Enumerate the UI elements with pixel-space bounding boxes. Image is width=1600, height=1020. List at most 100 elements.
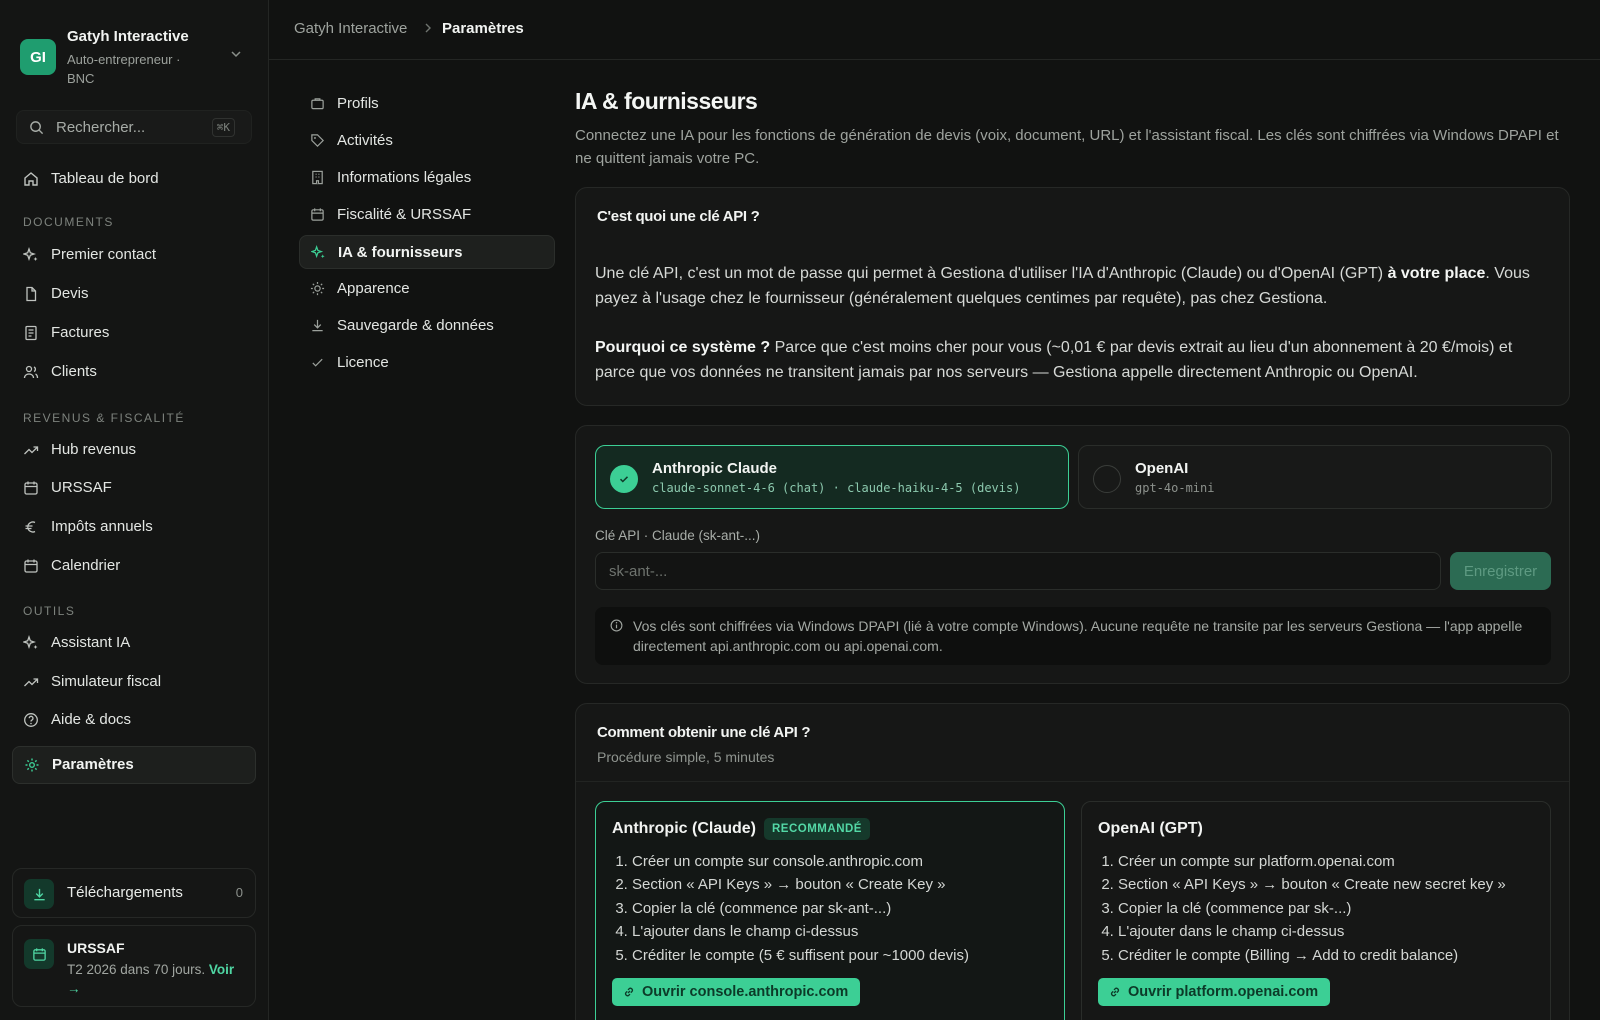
settings-nav-fiscalite-urssaf[interactable]: Fiscalité & URSSAF bbox=[299, 198, 555, 232]
sidebar-item-simulateur-fiscal[interactable]: Simulateur fiscal bbox=[12, 664, 256, 700]
search-placeholder: Rechercher... bbox=[56, 119, 146, 136]
sidebar-item-label: Calendrier bbox=[51, 557, 121, 574]
open-anthropic-console-button[interactable]: Ouvrir console.anthropic.com bbox=[612, 978, 861, 1006]
sparkle-icon bbox=[311, 245, 326, 260]
sparkle-icon bbox=[23, 635, 39, 651]
link-icon bbox=[1109, 986, 1121, 998]
page-lead: Connectez une IA pour les fonctions de g… bbox=[575, 127, 1559, 167]
download-icon bbox=[310, 318, 325, 333]
urssaf-reminder-body: T2 2026 dans 70 jours. bbox=[67, 962, 206, 977]
provider-name: OpenAI bbox=[1135, 460, 1189, 477]
trend-up-icon bbox=[23, 442, 39, 458]
radio-unchecked bbox=[1093, 465, 1121, 493]
settings-nav-licence[interactable]: Licence bbox=[299, 346, 555, 380]
briefcase-icon bbox=[310, 96, 325, 111]
howto-provider-title: OpenAI (GPT) bbox=[1098, 820, 1203, 837]
euro-icon bbox=[23, 519, 39, 535]
settings-nav-profils[interactable]: Profils bbox=[299, 87, 555, 121]
check-icon bbox=[619, 476, 629, 483]
sidebar-item-hub-revenus[interactable]: Hub revenus bbox=[12, 432, 256, 468]
settings-nav-informations-legales[interactable]: Informations légales bbox=[299, 161, 555, 195]
provider-option-anthropic[interactable]: Anthropic Claude claude-sonnet-4-6 (chat… bbox=[595, 445, 1069, 509]
provider-option-openai[interactable]: OpenAI gpt-4o-mini bbox=[1078, 445, 1552, 509]
calendar-icon bbox=[23, 480, 39, 496]
downloads-card[interactable]: Téléchargements 0 bbox=[12, 868, 256, 918]
sidebar-item-urssaf[interactable]: URSSAF bbox=[12, 470, 256, 506]
howto-step: Copier la clé (commence par sk-...) bbox=[1118, 897, 1506, 920]
settings-nav-activites[interactable]: Activités bbox=[299, 124, 555, 158]
downloads-count: 0 bbox=[235, 885, 243, 900]
explainer-emphasis: à votre place bbox=[1387, 265, 1486, 282]
howto-subtitle: Procédure simple, 5 minutes bbox=[597, 749, 775, 765]
explainer-paragraph-1: Une clé API, c'est un mot de passe qui p… bbox=[595, 261, 1550, 311]
search-icon bbox=[29, 120, 44, 135]
settings-nav-sauvegarde[interactable]: Sauvegarde & données bbox=[299, 309, 555, 343]
workspace-name: Gatyh Interactive bbox=[67, 28, 189, 45]
sidebar-item-label: Tableau de bord bbox=[51, 170, 159, 187]
section-title-revenus: REVENUS & FISCALITÉ bbox=[23, 411, 185, 425]
downloads-label: Téléchargements bbox=[67, 884, 183, 901]
settings-nav-label: Informations légales bbox=[337, 169, 472, 186]
sidebar-item-calendrier[interactable]: Calendrier bbox=[12, 548, 256, 584]
howto-step: L'ajouter dans le champ ci-dessus bbox=[632, 920, 969, 943]
sidebar-item-aide-docs[interactable]: Aide & docs bbox=[12, 702, 256, 738]
chevron-right-icon bbox=[423, 22, 433, 34]
link-icon bbox=[623, 986, 635, 998]
howto-step: Créditer le compte (5 € suffisent pour ~… bbox=[632, 944, 969, 967]
sidebar-item-clients[interactable]: Clients bbox=[12, 354, 256, 390]
workspace-avatar: GI bbox=[20, 39, 56, 75]
sidebar-item-label: Premier contact bbox=[51, 246, 157, 263]
chevron-down-icon bbox=[230, 48, 242, 60]
explainer-emphasis: Pourquoi ce système ? bbox=[595, 339, 771, 356]
sidebar-item-premier-contact[interactable]: Premier contact bbox=[12, 237, 256, 273]
sidebar-item-label: Aide & docs bbox=[51, 711, 132, 728]
sidebar-item-factures[interactable]: Factures bbox=[12, 315, 256, 351]
sun-icon bbox=[310, 281, 325, 296]
howto-anthropic: Anthropic (Claude) RECOMMANDÉ Créer un c… bbox=[595, 801, 1065, 1020]
top-bar: Gatyh Interactive Paramètres bbox=[269, 0, 1600, 60]
urssaf-reminder-text: T2 2026 dans 70 jours. Voir → bbox=[67, 960, 251, 998]
settings-nav-label: Licence bbox=[337, 354, 389, 371]
security-note: Vos clés sont chiffrées via Windows DPAP… bbox=[595, 607, 1551, 665]
settings-nav-label: Apparence bbox=[337, 280, 410, 297]
settings-nav-ia-fournisseurs[interactable]: IA & fournisseurs bbox=[299, 235, 555, 269]
sidebar-item-impots-annuels[interactable]: Impôts annuels bbox=[12, 509, 256, 545]
file-icon bbox=[23, 286, 39, 302]
settings-nav-apparence[interactable]: Apparence bbox=[299, 272, 555, 306]
provider-model: claude-sonnet-4-6 (chat) · claude-haiku-… bbox=[652, 481, 1021, 495]
explainer-text: Une clé API, c'est un mot de passe qui p… bbox=[595, 265, 1388, 282]
calendar-icon bbox=[23, 558, 39, 574]
workspace-subtitle: Auto-entrepreneur · BNC bbox=[67, 52, 181, 86]
sidebar-item-label: Factures bbox=[51, 324, 110, 341]
sidebar-item-assistant-ia[interactable]: Assistant IA bbox=[12, 625, 256, 661]
howto-step: Créer un compte sur console.anthropic.co… bbox=[632, 850, 969, 873]
howto-step: Créditer le compte (Billing → Add to cre… bbox=[1118, 944, 1506, 967]
sidebar-item-label: Devis bbox=[51, 285, 89, 302]
sidebar-item-parametres[interactable]: Paramètres bbox=[12, 746, 256, 784]
provider-config-card: Anthropic Claude claude-sonnet-4-6 (chat… bbox=[575, 425, 1570, 684]
explainer-title: C'est quoi une clé API ? bbox=[597, 208, 760, 225]
howto-step: Section « API Keys » → bouton « Create n… bbox=[1118, 873, 1506, 896]
building-icon bbox=[310, 170, 325, 185]
open-openai-platform-button[interactable]: Ouvrir platform.openai.com bbox=[1098, 978, 1331, 1006]
api-key-input[interactable] bbox=[595, 552, 1441, 590]
sidebar-item-label: Hub revenus bbox=[51, 441, 137, 458]
urssaf-reminder-title: URSSAF bbox=[67, 940, 125, 956]
check-icon bbox=[310, 355, 325, 370]
sidebar-item-devis[interactable]: Devis bbox=[12, 276, 256, 312]
save-button[interactable]: Enregistrer bbox=[1450, 552, 1551, 590]
sidebar-item-dashboard[interactable]: Tableau de bord bbox=[12, 161, 256, 197]
sidebar-item-label: Impôts annuels bbox=[51, 518, 153, 535]
security-note-text: Vos clés sont chiffrées via Windows DPAP… bbox=[633, 618, 1523, 654]
howto-step: Copier la clé (commence par sk-ant-...) bbox=[632, 897, 969, 920]
provider-name: Anthropic Claude bbox=[652, 460, 778, 477]
workspace-switcher[interactable]: GI Gatyh Interactive Auto-entrepreneur ·… bbox=[20, 24, 250, 90]
search-box[interactable]: Rechercher... ⌘K bbox=[16, 110, 252, 144]
help-circle-icon bbox=[23, 712, 39, 728]
download-icon bbox=[24, 879, 54, 909]
users-icon bbox=[23, 364, 39, 380]
page-title: IA & fournisseurs bbox=[575, 88, 758, 114]
breadcrumb-root[interactable]: Gatyh Interactive bbox=[294, 20, 407, 37]
howto-step: Créer un compte sur platform.openai.com bbox=[1118, 850, 1506, 873]
breadcrumb-current: Paramètres bbox=[442, 20, 524, 37]
